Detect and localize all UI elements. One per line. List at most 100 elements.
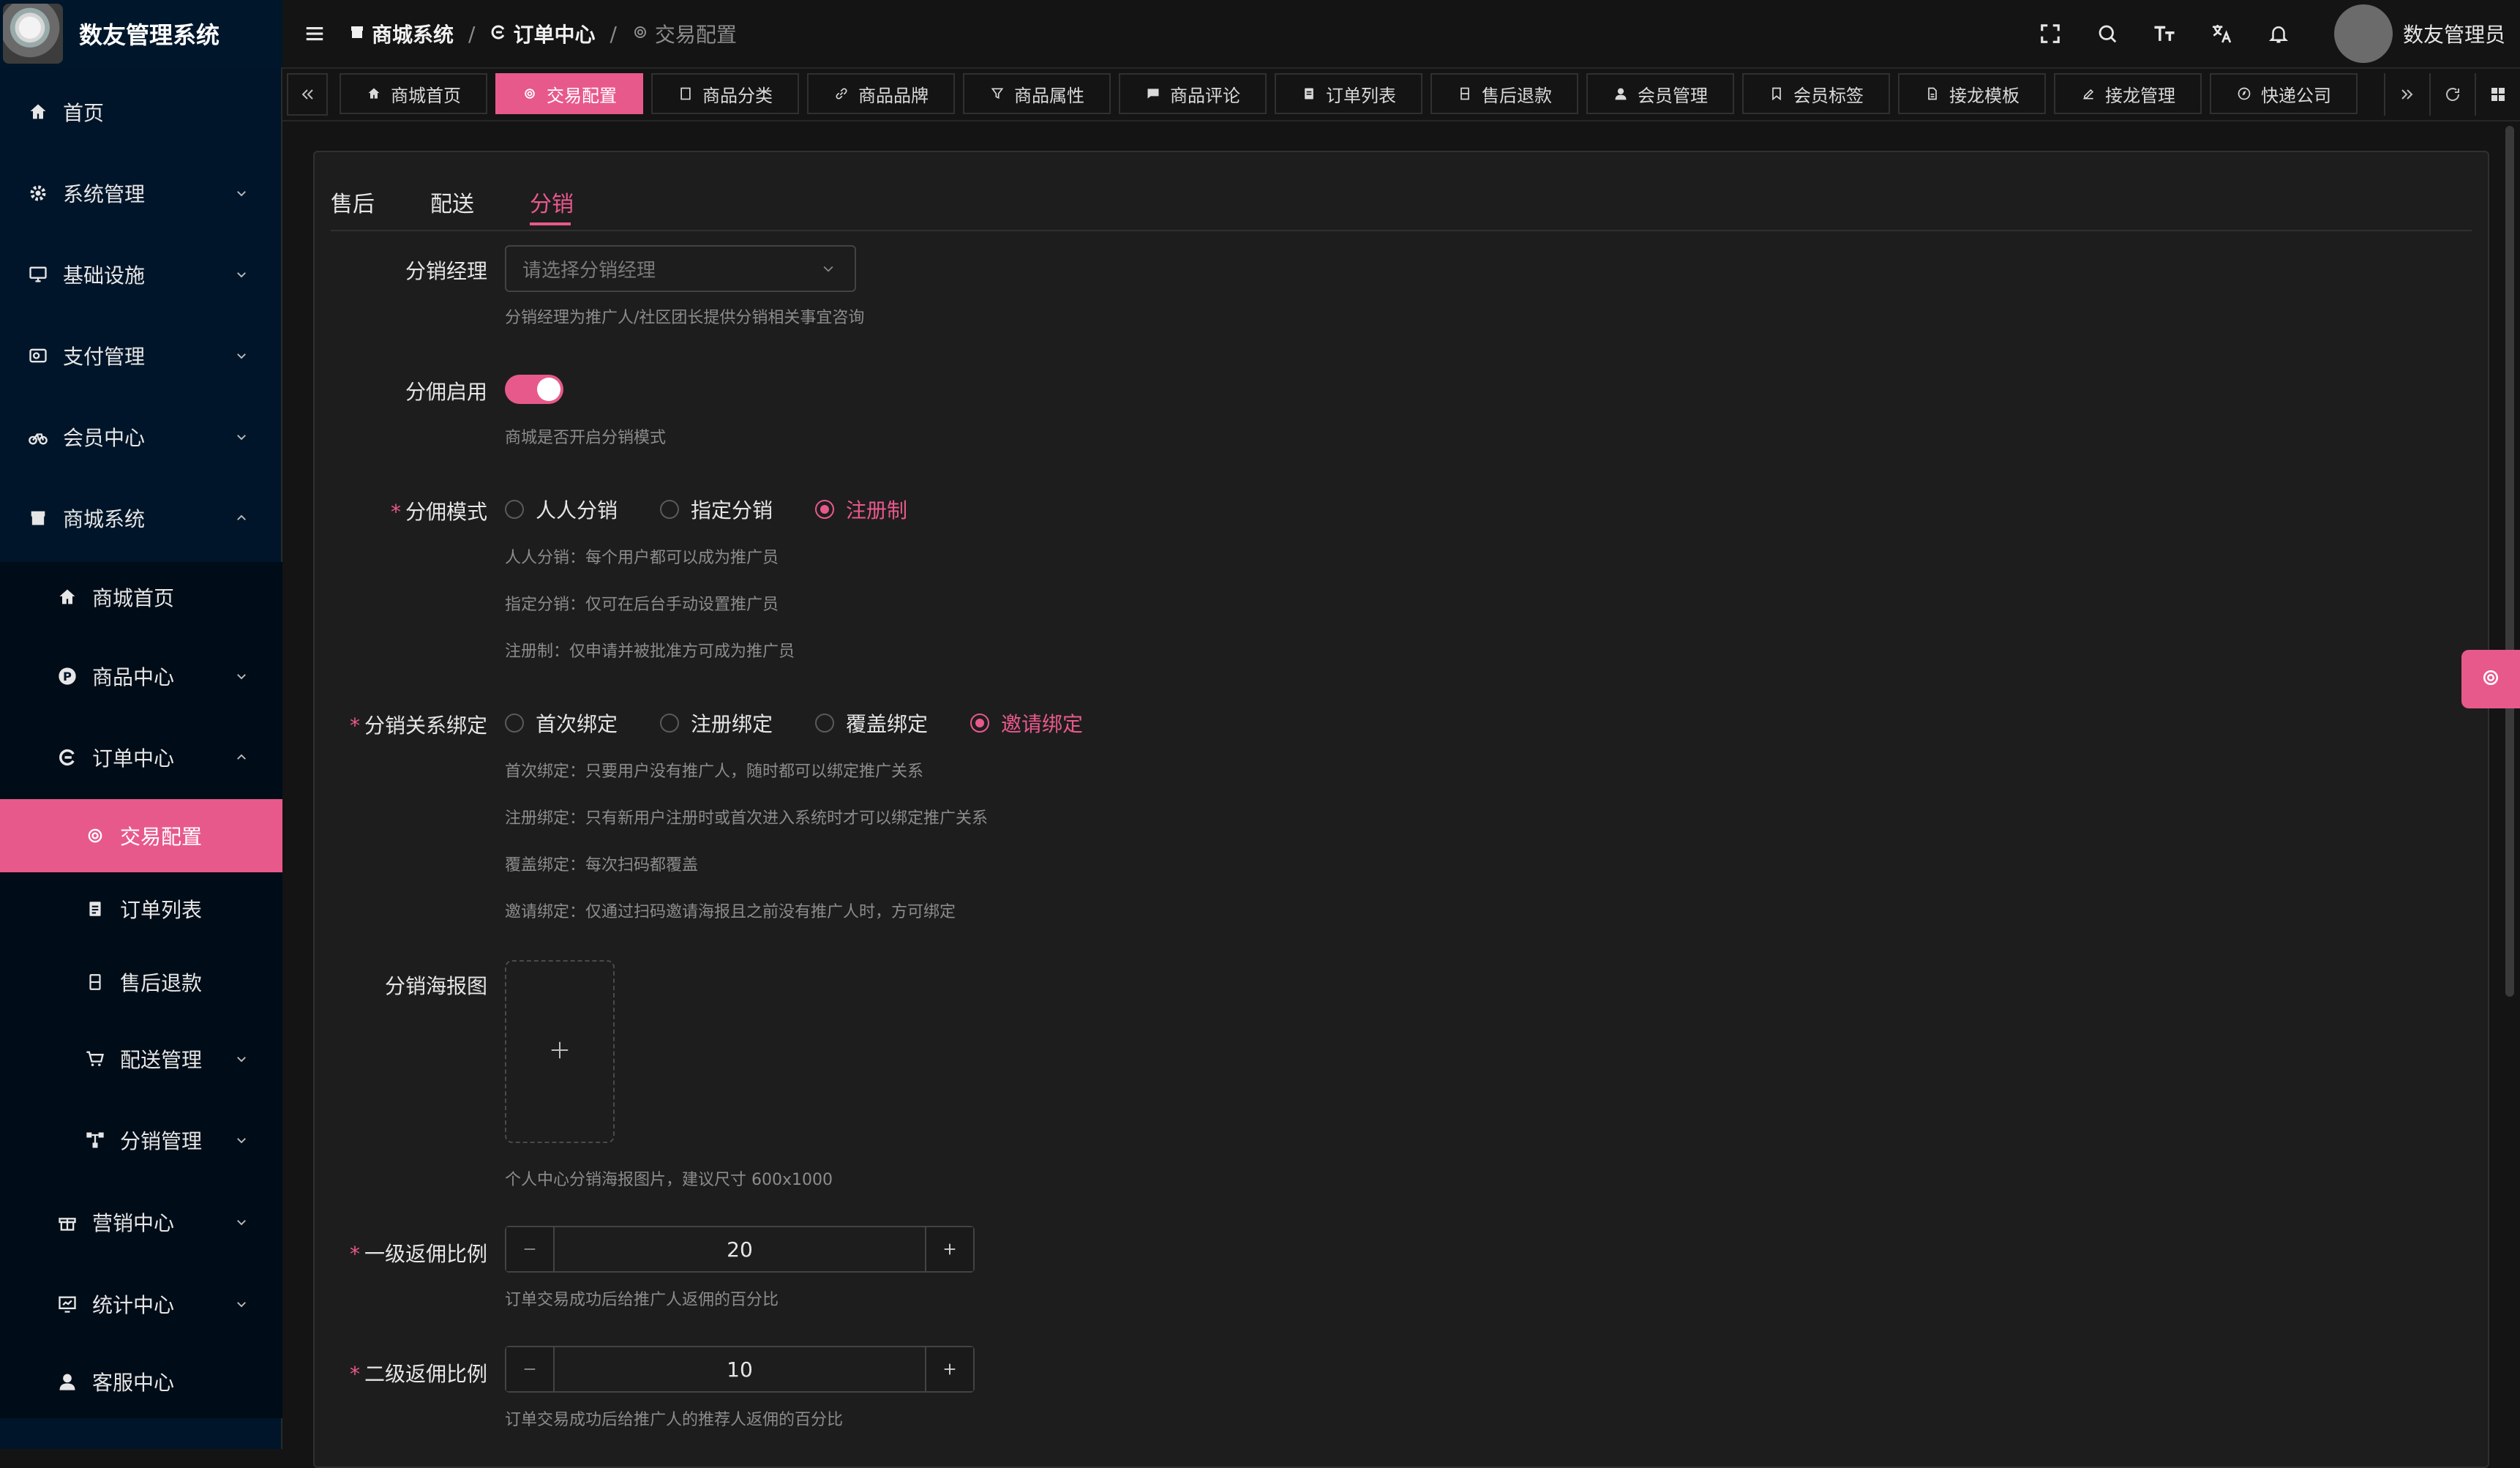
sidebar-item-system[interactable]: 系统管理 [0, 153, 282, 233]
breadcrumb-item-order-center[interactable]: 订单中心 [490, 19, 595, 48]
tab-express-company[interactable]: 快递公司 [2210, 73, 2358, 114]
mode-radio-registration[interactable]: 注册制 [815, 495, 907, 524]
sidebar-item-order-list[interactable]: 订单列表 [0, 872, 282, 945]
fullscreen-icon[interactable] [2034, 18, 2066, 50]
tab-member-manage[interactable]: 会员管理 [1586, 73, 1734, 114]
scroll-right-icon[interactable] [2384, 73, 2429, 116]
poster-upload[interactable] [505, 960, 615, 1143]
settings-float-button[interactable] [2461, 650, 2520, 708]
sidebar-item-label: 统计中心 [92, 1293, 175, 1317]
binding-help-first: 首次绑定：只要用户没有推广人，随时都可以绑定推广关系 [505, 763, 924, 781]
sidebar-item-marketing[interactable]: 营销中心 [0, 1181, 282, 1263]
enable-label: 分佣启用 [405, 380, 487, 404]
translate-icon[interactable] [2205, 18, 2238, 50]
increment-button[interactable] [925, 1347, 973, 1391]
tab-label: 接龙管理 [2105, 85, 2175, 106]
link-icon [833, 86, 850, 102]
tab-product-brand[interactable]: 商品品牌 [807, 73, 955, 114]
refresh-icon[interactable] [2429, 73, 2475, 116]
sidebar-item-payment[interactable]: 支付管理 [0, 315, 282, 396]
tab-distribution[interactable]: 分销 [530, 186, 574, 218]
sidebar-item-member[interactable]: 会员中心 [0, 397, 282, 477]
tab-mall-home[interactable]: 商城首页 [340, 73, 487, 114]
binding-help-invite: 邀请绑定：仅通过扫码邀请海报且之前没有推广人时，方可绑定 [505, 903, 956, 921]
increment-button[interactable] [925, 1227, 973, 1271]
gear-icon [631, 22, 649, 46]
sidebar-item-delivery[interactable]: 配送管理 [0, 1019, 282, 1099]
search-icon[interactable] [2091, 18, 2123, 50]
sidebar-item-mall[interactable]: 商城系统 [0, 478, 282, 558]
binding-radio-register[interactable]: 注册绑定 [660, 708, 773, 738]
username[interactable]: 数友管理员 [2403, 19, 2505, 48]
tab-member-tag[interactable]: 会员标签 [1742, 73, 1890, 114]
tab-order-list[interactable]: 订单列表 [1275, 73, 1422, 114]
tab-label: 快递公司 [2261, 85, 2331, 106]
tab-delivery[interactable]: 配送 [430, 186, 474, 218]
tab-after-sale[interactable]: 售后 [331, 186, 375, 218]
page-scrollbar[interactable] [2505, 126, 2514, 997]
edit-icon [2080, 86, 2096, 102]
radio-circle [970, 714, 990, 733]
sidebar-item-home[interactable]: 首页 [0, 72, 282, 152]
grid-icon[interactable] [2475, 73, 2520, 116]
level1-value[interactable]: 20 [555, 1227, 925, 1271]
sidebar-item-customer-service[interactable]: 客服中心 [0, 1344, 282, 1420]
required-mark: * [349, 1242, 360, 1266]
tab-label: 商品品牌 [858, 85, 929, 106]
scroll-left-icon[interactable] [287, 73, 328, 116]
app-root: 数友管理系统 首页 系统管理 基础设施 支付管理 会员中心 商城系统 商城首页 … [0, 0, 2520, 1468]
sidebar-item-label: 系统管理 [63, 182, 146, 206]
sidebar-item-order-center[interactable]: 订单中心 [0, 716, 282, 798]
chevron-up-icon [233, 509, 250, 527]
tab-product-category[interactable]: 商品分类 [651, 73, 799, 114]
sidebar-item-refund[interactable]: 售后退款 [0, 945, 282, 1019]
tab-relay-manage[interactable]: 接龙管理 [2054, 73, 2202, 114]
tab-product-attribute[interactable]: 商品属性 [963, 73, 1111, 114]
tab-label: 会员标签 [1793, 85, 1864, 106]
sidebar-item-label: 基础设施 [63, 263, 146, 288]
category-icon [678, 86, 694, 102]
level2-value[interactable]: 10 [555, 1347, 925, 1391]
breadcrumb-label: 订单中心 [513, 23, 596, 47]
logo-area[interactable]: 数友管理系统 [0, 0, 282, 67]
avatar[interactable] [2333, 4, 2393, 63]
user-icon [1613, 86, 1629, 102]
level2-label-text: 二级返佣比例 [364, 1362, 487, 1386]
sidebar-item-distribution[interactable]: 分销管理 [0, 1099, 282, 1181]
binding-radio-invite[interactable]: 邀请绑定 [970, 708, 1083, 738]
required-mark: * [349, 714, 360, 738]
binding-radio-first[interactable]: 首次绑定 [505, 708, 618, 738]
enable-switch[interactable] [505, 375, 563, 404]
sidebar-item-statistics[interactable]: 统计中心 [0, 1263, 282, 1345]
manager-select-placeholder: 请选择分销经理 [522, 259, 656, 282]
tab-trade-config[interactable]: 交易配置 [495, 73, 643, 114]
tab-relay-template[interactable]: 接龙模板 [1898, 73, 2046, 114]
sidebar-item-product-center[interactable]: P 商品中心 [0, 636, 282, 716]
binding-radio-override[interactable]: 覆盖绑定 [815, 708, 928, 738]
menu-toggle-icon[interactable] [300, 19, 329, 48]
tab-refund[interactable]: 售后退款 [1430, 73, 1578, 114]
svg-text:P: P [63, 670, 72, 684]
font-size-icon[interactable] [2148, 18, 2180, 50]
breadcrumb-item-mall[interactable]: 商城系统 [348, 19, 454, 48]
sidebar-item-label: 订单中心 [92, 746, 175, 771]
mode-radio-designated[interactable]: 指定分销 [660, 495, 773, 524]
bell-icon[interactable] [2262, 18, 2295, 50]
tab-product-review[interactable]: 商品评论 [1119, 73, 1267, 114]
sidebar-item-infrastructure[interactable]: 基础设施 [0, 234, 282, 315]
required-mark: * [349, 1362, 360, 1386]
chevron-down-icon [233, 1131, 250, 1149]
sidebar-item-trade-config[interactable]: 交易配置 [0, 799, 282, 872]
filter-icon [989, 86, 1005, 102]
mode-radio-everyone[interactable]: 人人分销 [505, 495, 618, 524]
sidebar-item-label: 商品中心 [92, 665, 175, 689]
decrement-button[interactable] [506, 1227, 555, 1271]
chevron-down-icon [233, 347, 250, 364]
sidebar-item-mall-home[interactable]: 商城首页 [0, 558, 282, 636]
required-mark: * [390, 500, 401, 524]
decrement-button[interactable] [506, 1347, 555, 1391]
chevron-down-icon [233, 1295, 250, 1313]
radio-circle [660, 714, 680, 733]
sidebar-item-label: 交易配置 [120, 825, 203, 849]
manager-select[interactable]: 请选择分销经理 [505, 245, 856, 292]
